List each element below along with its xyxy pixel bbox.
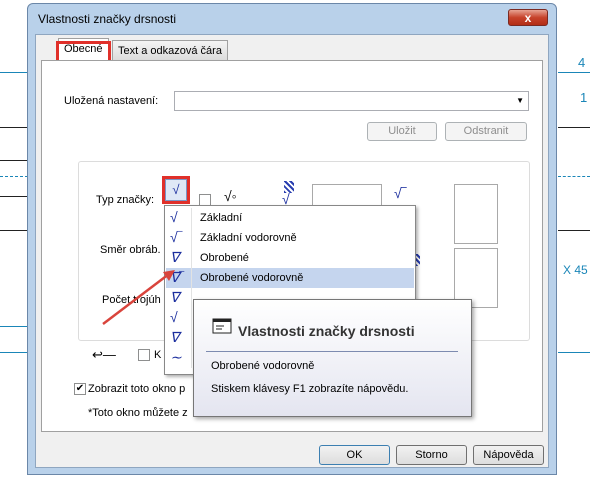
- help-button[interactable]: Nápověda: [473, 445, 544, 465]
- list-item-label: Základní: [200, 212, 243, 224]
- list-item-label: Obrobené: [200, 252, 249, 264]
- tooltip: Vlastnosti značky drsnosti Obrobené vodo…: [193, 299, 472, 417]
- saved-settings-combo[interactable]: ▼: [174, 91, 529, 111]
- drawing-line: [558, 230, 590, 231]
- window-title: Vlastnosti značky drsnosti: [38, 12, 177, 26]
- k-checkbox[interactable]: [138, 349, 150, 361]
- show-window-label: Zobrazit toto okno p: [88, 383, 186, 395]
- basic-horizontal-icon: √‾: [170, 229, 183, 245]
- annotation-arrow: [102, 270, 175, 325]
- list-item[interactable]: ∇ Obrobené: [166, 248, 414, 268]
- saved-settings-label: Uložená nastavení:: [64, 95, 159, 107]
- k-checkbox-label: K: [154, 349, 162, 361]
- tooltip-subtitle: Obrobené vodorovně: [211, 360, 315, 372]
- list-item-label: Obrobené vodorovně: [200, 272, 304, 284]
- drawing-line: [558, 176, 590, 178]
- cancel-button[interactable]: Storno: [396, 445, 467, 465]
- basic-symbol-icon: √: [170, 209, 178, 225]
- save-settings-button[interactable]: Uložit: [367, 122, 437, 141]
- remove-settings-button[interactable]: Odstranit: [445, 122, 527, 141]
- drawing-text: X 45: [563, 263, 588, 277]
- wave-symbol-icon: ∼: [170, 349, 182, 365]
- tooltip-title: Vlastnosti značky drsnosti: [238, 323, 415, 339]
- window-icon: [212, 318, 232, 334]
- symbol-preview-icon: √⁠◦: [224, 188, 237, 204]
- tab-text-leader[interactable]: Text a odkazová čára: [112, 40, 228, 60]
- drawing-text: 4: [578, 55, 586, 70]
- drawing-line: [558, 72, 590, 73]
- drawing-line: [0, 72, 28, 73]
- list-item-selected[interactable]: ∇‾ Obrobené vodorovně: [166, 268, 414, 288]
- drawing-line: [558, 127, 590, 128]
- drawing-line: [0, 127, 28, 128]
- note-text: *Toto okno můžete z: [88, 407, 188, 419]
- selector-highlight-box: [162, 176, 190, 204]
- ok-button[interactable]: OK: [319, 445, 390, 465]
- drawing-line: [0, 176, 28, 178]
- rough-symbol-icon-2: √‾: [394, 185, 407, 201]
- show-window-checkbox[interactable]: ✔: [74, 383, 86, 395]
- drawing-line: [558, 352, 590, 353]
- tooltip-help: Stiskem klávesy F1 zobrazíte nápovědu.: [211, 383, 409, 395]
- drawing-text: 1: [580, 90, 588, 105]
- drawing-line: [0, 230, 28, 231]
- list-item-label: Základní vodorovně: [200, 232, 297, 244]
- drawing-line: [0, 196, 28, 197]
- value-box-2[interactable]: [454, 184, 498, 244]
- drawing-line: [0, 160, 28, 161]
- tab-text-leader-label: Text a odkazová čára: [118, 45, 222, 57]
- drawing-line: [0, 326, 28, 327]
- leader-symbol-icon: ↩—: [92, 347, 116, 362]
- chevron-down-icon: ▼: [516, 96, 524, 105]
- close-button[interactable]: x: [508, 9, 548, 26]
- title-bar[interactable]: Vlastnosti značky drsnosti x: [28, 4, 556, 30]
- list-item[interactable]: √ Základní: [166, 208, 414, 228]
- lay-direction-label: Směr obráb.: [100, 244, 161, 256]
- symbol-type-label: Typ značky:: [96, 194, 155, 206]
- drawing-line: [0, 352, 28, 353]
- list-item[interactable]: √‾ Základní vodorovně: [166, 228, 414, 248]
